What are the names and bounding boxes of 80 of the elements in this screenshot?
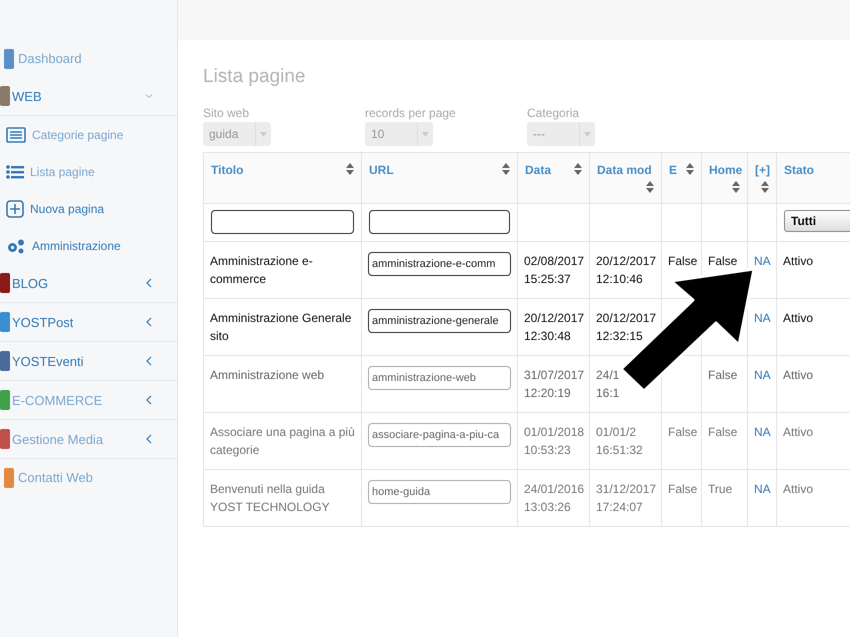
filter-field[interactable] [369,210,510,234]
table-cell: Attivo [783,368,814,382]
dropdown[interactable]: --- [527,122,595,146]
sidebar-item[interactable]: Contatti Web [0,459,177,496]
table-cell: 31/12/2017 17:24:07 [596,482,656,514]
url-field[interactable]: home-guida [368,480,511,504]
add-icon [6,200,24,218]
caret-icon [584,132,591,136]
sort-icon [732,181,740,193]
sidebar-item[interactable]: YOSTEventi [0,342,177,381]
url-field[interactable]: associare-pagina-a-piu-ca [368,423,511,447]
sidebar-item[interactable]: Nuova pagina [0,190,177,227]
table-cell: False [708,425,738,439]
table-cell: True [708,482,732,496]
filter-label: Categoria [527,106,580,120]
link[interactable]: NA [754,425,771,439]
table-cell: False [668,425,698,439]
filter-field[interactable] [211,210,354,234]
settings-icon [6,238,26,254]
table-cell: 01/01/2018 10:53:23 [524,425,584,457]
table-cell: Amministrazione web [210,368,324,382]
list-icon [6,164,24,178]
sidebar-item[interactable]: Dashboard [0,40,177,77]
sidebar-item[interactable]: E-COMMERCE [0,381,177,420]
table-cell: Amministrazione Generale sito [210,311,352,343]
table-cell: False [668,254,698,268]
column-header[interactable]: Home [709,163,742,177]
column-header[interactable]: Data [525,163,552,177]
table-cell: Attivo [783,311,814,325]
page-title: Lista pagine [203,66,306,88]
sidebar-item[interactable]: YOSTPost [0,303,177,342]
sidebar-item[interactable]: Amministrazione [0,227,177,264]
list-icon [6,126,26,142]
dropdown[interactable]: 10 [365,122,433,146]
filter-label: records per page [365,106,456,120]
filter-label: Sito web [203,106,250,120]
url-field[interactable]: amministrazione-e-comm [368,252,511,276]
link[interactable]: NA [754,311,771,325]
dropdown[interactable]: guida [203,122,271,146]
table-cell: False [708,368,738,382]
sidebar-item[interactable]: Lista pagine [0,153,177,190]
status-dropdown[interactable]: Tutti [784,210,850,232]
sidebar-item[interactable]: WEB [0,77,177,116]
column-header[interactable]: Titolo [211,163,244,177]
caret-icon [260,132,267,136]
sort-icon [686,163,694,175]
link[interactable]: NA [754,368,771,382]
sort-icon [502,163,510,175]
table-cell: False [668,482,698,496]
sort-icon [646,181,654,193]
column-header[interactable]: E [669,163,678,177]
link[interactable]: NA [754,254,771,268]
url-field[interactable]: amministrazione-web [368,366,511,390]
sort-icon [761,181,769,193]
sidebar-item[interactable]: Gestione Media [0,420,177,459]
table-cell: 24/01/2016 13:03:26 [524,482,584,514]
table-cell: Associare una pagina a più categorie [210,425,355,457]
sidebar-item[interactable]: BLOG [0,264,177,303]
column-header[interactable]: Stato [784,163,814,177]
table-cell: 24/1 16:1 [596,368,620,400]
table-cell: 20/12/2017 12:30:48 [524,311,584,343]
table-cell: 31/07/2017 12:20:19 [524,368,584,400]
sort-icon [346,163,354,175]
table-cell: 20/12/2017 12:32:15 [596,311,656,343]
table-cell: 02/08/2017 15:25:37 [524,254,584,286]
caret-icon [422,132,429,136]
column-header[interactable]: [+] [755,163,770,177]
table-cell: Attivo [783,254,814,268]
sort-icon [574,163,582,175]
table-cell: False [708,254,738,268]
table-cell: Amministrazione e-commerce [210,254,313,286]
url-field[interactable]: amministrazione-generale [368,309,511,333]
table-cell: Attivo [783,482,814,496]
table-cell: Benvenuti nella guida YOST TECHNOLOGY [210,482,330,514]
column-header[interactable]: URL [369,163,394,177]
table-cell: Attivo [783,425,814,439]
table-cell: 20/12/2017 12:10:46 [596,254,656,286]
link[interactable]: NA [754,482,771,496]
table-cell: 01/01/2 16:51:32 [596,425,643,457]
sidebar-item[interactable]: Categorie pagine [0,116,177,153]
